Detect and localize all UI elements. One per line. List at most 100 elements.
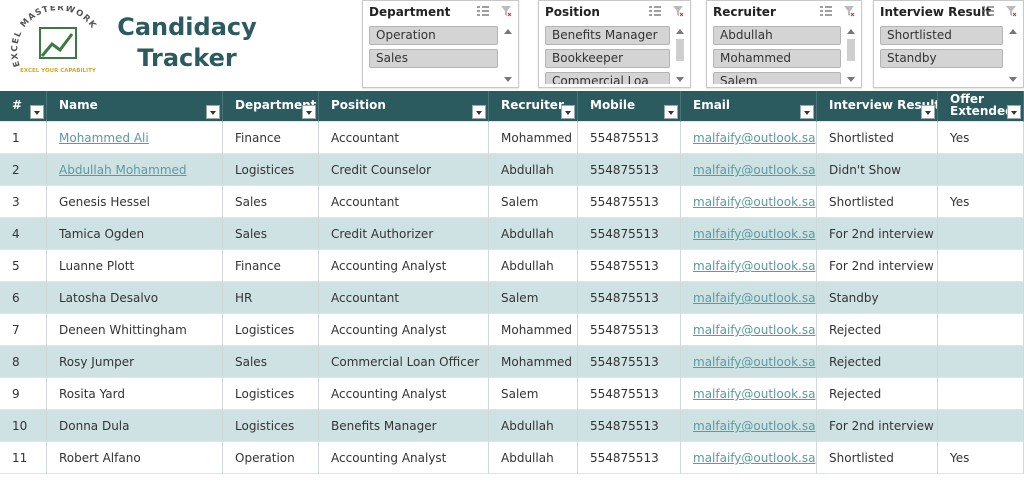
position-cell: Accounting Analyst: [319, 442, 489, 474]
offer-extended-cell: Yes: [938, 442, 1024, 474]
filter-dropdown-button[interactable]: [472, 105, 486, 119]
slicer-item[interactable]: Abdullah: [713, 26, 841, 45]
slicer-department[interactable]: Department Operation Sales: [362, 0, 519, 88]
row-number-cell: 5: [0, 250, 47, 282]
slicer-item[interactable]: Standby: [880, 49, 1003, 68]
interview-result-cell: Standby: [817, 282, 938, 314]
column-header: Offer Extended?: [938, 91, 1024, 122]
filter-dropdown-button[interactable]: [561, 105, 575, 119]
slicer-item[interactable]: Sales: [369, 49, 498, 68]
row-number-cell: 11: [0, 442, 47, 474]
email-cell[interactable]: malfaify@outlook.sa: [681, 218, 817, 250]
interview-result-cell: For 2nd interview: [817, 250, 938, 282]
slicer-item[interactable]: Benefits Manager: [545, 26, 670, 45]
slicer-scrollbar[interactable]: [674, 26, 686, 84]
department-cell: Logistices: [223, 410, 319, 442]
department-cell: Logistices: [223, 154, 319, 186]
filter-dropdown-button[interactable]: [1007, 105, 1021, 119]
email-cell[interactable]: malfaify@outlook.sa: [681, 122, 817, 154]
mobile-cell: 554875513: [578, 122, 681, 154]
email-cell[interactable]: malfaify@outlook.sa: [681, 410, 817, 442]
table-row[interactable]: 6 Latosha Desalvo HR Accountant Salem 5548755…: [0, 282, 1024, 314]
slicer-scrollbar[interactable]: [845, 26, 857, 84]
table-row[interactable]: 1 Mohammed Ali Finance Accountant Mohammed 55…: [0, 122, 1024, 154]
title-line-2: Tracker: [137, 44, 237, 72]
email-cell[interactable]: malfaify@outlook.sa: [681, 314, 817, 346]
recruiter-cell: Salem: [489, 186, 578, 218]
candidate-name-cell[interactable]: Mohammed Ali: [47, 122, 223, 154]
position-cell: Benefits Manager: [319, 410, 489, 442]
multi-select-icon[interactable]: [648, 5, 662, 17]
slicer-scrollbar[interactable]: [502, 26, 514, 84]
column-header: #: [0, 91, 47, 122]
table-row[interactable]: 4 Tamica Ogden Sales Credit Authorizer Abdul…: [0, 218, 1024, 250]
column-header: Mobile: [578, 91, 681, 122]
email-cell[interactable]: malfaify@outlook.sa: [681, 346, 817, 378]
filter-dropdown-button[interactable]: [921, 105, 935, 119]
mobile-cell: 554875513: [578, 282, 681, 314]
slicer-scrollbar[interactable]: [1007, 26, 1019, 84]
email-cell[interactable]: malfaify@outlook.sa: [681, 442, 817, 474]
filter-dropdown-button[interactable]: [302, 105, 316, 119]
candidate-name-cell[interactable]: Abdullah Mohammed: [47, 154, 223, 186]
filter-dropdown-button[interactable]: [800, 105, 814, 119]
offer-extended-cell: Yes: [938, 186, 1024, 218]
table-row[interactable]: 10 Donna Dula Logistices Benefits Manager Ab…: [0, 410, 1024, 442]
interview-result-cell: Rejected: [817, 378, 938, 410]
slicer-item[interactable]: Salem: [713, 72, 841, 84]
table-row[interactable]: 9 Rosita Yard Logistices Accounting Analyst…: [0, 378, 1024, 410]
table-row[interactable]: 5 Luanne Plott Finance Accounting Analyst Ab…: [0, 250, 1024, 282]
position-cell: Accountant: [319, 122, 489, 154]
excel-masterwork-logo: EXCEL MASTERWORK EXCEL YOUR CAPABILITY: [10, 6, 97, 74]
slicer-item[interactable]: Operation: [369, 26, 498, 45]
multi-select-icon[interactable]: [981, 5, 995, 17]
table-row[interactable]: 2 Abdullah Mohammed Logistices Credit Couns…: [0, 154, 1024, 186]
email-cell[interactable]: malfaify@outlook.sa: [681, 250, 817, 282]
recruiter-cell: Abdullah: [489, 442, 578, 474]
offer-extended-cell: [938, 218, 1024, 250]
email-cell[interactable]: malfaify@outlook.sa: [681, 282, 817, 314]
interview-result-cell: For 2nd interview: [817, 410, 938, 442]
email-cell[interactable]: malfaify@outlook.sa: [681, 154, 817, 186]
filter-dropdown-button[interactable]: [206, 105, 220, 119]
slicer-recruiter[interactable]: Recruiter Abdullah Mohammed Salem: [706, 0, 862, 88]
row-number-cell: 2: [0, 154, 47, 186]
row-number-cell: 4: [0, 218, 47, 250]
row-number-cell: 1: [0, 122, 47, 154]
slicer-item[interactable]: Shortlisted: [880, 26, 1003, 45]
table-row[interactable]: 7 Deneen Whittingham Logistices Accounting …: [0, 314, 1024, 346]
slicer-interview-result[interactable]: Interview Result Shortlisted Standby: [873, 0, 1024, 88]
multi-select-icon[interactable]: [476, 5, 490, 17]
clear-filter-icon[interactable]: [843, 5, 855, 17]
slicer-position[interactable]: Position Benefits Manager Bookkeeper Com…: [538, 0, 691, 88]
slicer-title: Interview Result: [880, 5, 992, 19]
email-cell[interactable]: malfaify@outlook.sa: [681, 378, 817, 410]
filter-dropdown-button[interactable]: [30, 105, 44, 119]
dashboard-header: EXCEL MASTERWORK EXCEL YOUR CAPABILITY C…: [0, 0, 1024, 91]
slicer-item[interactable]: Commercial Loa: [545, 72, 670, 84]
position-cell: Accounting Analyst: [319, 378, 489, 410]
slicer-item[interactable]: Mohammed: [713, 49, 841, 68]
row-number-cell: 8: [0, 346, 47, 378]
position-cell: Accountant: [319, 282, 489, 314]
mobile-cell: 554875513: [578, 378, 681, 410]
position-cell: Commercial Loan Officer: [319, 346, 489, 378]
multi-select-icon[interactable]: [819, 5, 833, 17]
department-cell: Finance: [223, 122, 319, 154]
clear-filter-icon[interactable]: [500, 5, 512, 17]
table-row[interactable]: 3 Genesis Hessel Sales Accountant Salem 55487…: [0, 186, 1024, 218]
column-header: Email: [681, 91, 817, 122]
slicer-item[interactable]: Bookkeeper: [545, 49, 670, 68]
table-row[interactable]: 11 Robert Alfano Operation Accounting Analy…: [0, 442, 1024, 474]
recruiter-cell: Mohammed: [489, 346, 578, 378]
mobile-cell: 554875513: [578, 410, 681, 442]
table-row[interactable]: 8 Rosy Jumper Sales Commercial Loan Officer…: [0, 346, 1024, 378]
email-cell[interactable]: malfaify@outlook.sa: [681, 186, 817, 218]
mobile-cell: 554875513: [578, 442, 681, 474]
position-cell: Accounting Analyst: [319, 250, 489, 282]
mobile-cell: 554875513: [578, 218, 681, 250]
clear-filter-icon[interactable]: [672, 5, 684, 17]
clear-filter-icon[interactable]: [1005, 5, 1017, 17]
filter-dropdown-button[interactable]: [664, 105, 678, 119]
department-cell: Sales: [223, 186, 319, 218]
